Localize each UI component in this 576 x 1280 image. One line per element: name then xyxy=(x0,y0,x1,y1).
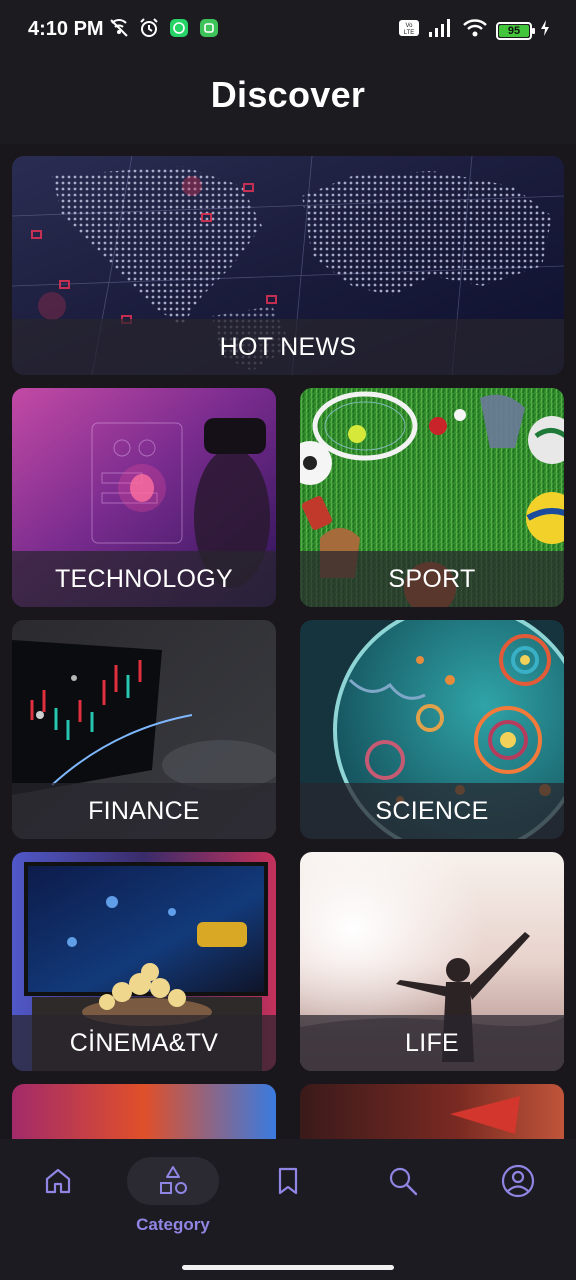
gesture-bar[interactable] xyxy=(182,1265,394,1270)
category-label-bar: FINANCE xyxy=(12,783,276,839)
bottom-navigation: Category xyxy=(0,1139,576,1280)
volte-icon: Vo LTE xyxy=(398,19,420,42)
svg-text:Vo: Vo xyxy=(405,23,413,29)
category-card-cinema-tv[interactable]: CİNEMA&TV xyxy=(12,852,276,1071)
category-label-bar: CİNEMA&TV xyxy=(12,1015,276,1071)
category-card-finance[interactable]: FINANCE xyxy=(12,620,276,839)
app-header: Discover xyxy=(0,60,576,144)
svg-text:LTE: LTE xyxy=(404,30,415,36)
category-card-hot-news[interactable]: HOT NEWS xyxy=(12,156,564,375)
nav-bookmarks-pill xyxy=(242,1157,334,1205)
nav-home-pill xyxy=(12,1157,104,1205)
category-label-bar: LIFE xyxy=(300,1015,564,1071)
nav-home[interactable] xyxy=(8,1157,108,1257)
nav-profile[interactable] xyxy=(468,1157,568,1257)
status-time: 4:10 PM xyxy=(28,18,104,40)
wifi-call-muted-icon xyxy=(108,17,130,39)
profile-icon xyxy=(501,1164,535,1198)
category-card-partial[interactable] xyxy=(12,1084,276,1139)
category-card-science[interactable]: SCIENCE xyxy=(300,620,564,839)
nav-category[interactable]: Category xyxy=(123,1157,223,1257)
nav-search-pill xyxy=(357,1157,449,1205)
charging-icon xyxy=(540,19,550,42)
signal-icon xyxy=(428,18,454,43)
nav-profile-pill xyxy=(472,1157,564,1205)
category-icon xyxy=(160,1166,187,1194)
battery-level: 95 xyxy=(499,24,529,37)
category-label-bar: HOT NEWS xyxy=(12,319,564,375)
search-icon xyxy=(389,1167,418,1196)
category-label-bar: SCIENCE xyxy=(300,783,564,839)
category-card-sport[interactable]: SPORT xyxy=(300,388,564,607)
category-label: CİNEMA&TV xyxy=(69,1028,219,1057)
category-grid[interactable]: HOT NEWS TECHNOLOGY SPORT FINANCE SCIENC… xyxy=(0,144,576,1139)
category-card-partial[interactable] xyxy=(300,1084,564,1139)
flag-image xyxy=(300,1084,564,1139)
category-label: HOT NEWS xyxy=(219,332,357,361)
wifi-icon xyxy=(462,18,488,43)
nav-search[interactable] xyxy=(353,1157,453,1257)
app-notification-icon xyxy=(198,17,220,39)
category-label: FINANCE xyxy=(88,796,200,825)
bookmark-icon xyxy=(278,1167,298,1195)
category-label: LIFE xyxy=(405,1028,459,1057)
category-label-bar: TECHNOLOGY xyxy=(12,551,276,607)
category-label: SCIENCE xyxy=(375,796,489,825)
nav-category-label: Category xyxy=(136,1215,210,1234)
category-card-technology[interactable]: TECHNOLOGY xyxy=(12,388,276,607)
category-label: TECHNOLOGY xyxy=(54,564,234,593)
home-icon xyxy=(45,1168,71,1194)
status-right-icons: Vo LTE 95 xyxy=(398,18,550,43)
nav-category-pill xyxy=(127,1157,219,1205)
page-title: Discover xyxy=(210,74,366,115)
alarm-icon xyxy=(138,17,160,39)
category-label-bar: SPORT xyxy=(300,551,564,607)
category-label: SPORT xyxy=(388,564,476,593)
abstract-art-image xyxy=(12,1084,276,1139)
status-bar: 4:10 PM Vo LTE 95 xyxy=(0,0,576,60)
battery-icon: 95 xyxy=(496,21,535,40)
status-left-icons xyxy=(108,17,220,39)
nav-bookmarks[interactable] xyxy=(238,1157,338,1257)
category-card-life[interactable]: LIFE xyxy=(300,852,564,1071)
whatsapp-icon xyxy=(168,17,190,39)
